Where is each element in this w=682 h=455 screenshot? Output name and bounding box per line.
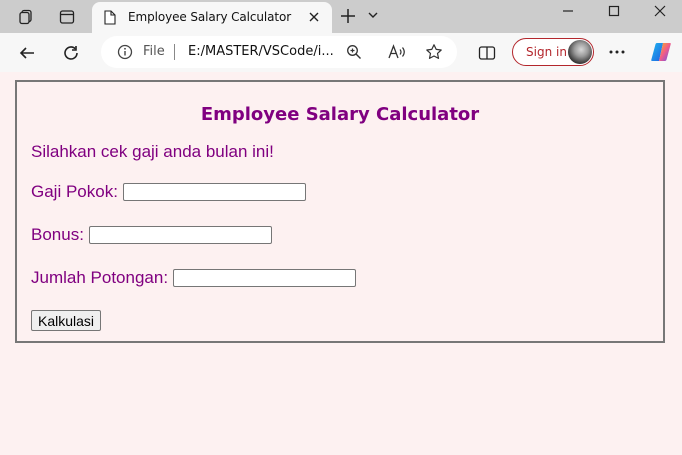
close-window-icon[interactable] [640,0,680,22]
jumlah-potongan-row: Jumlah Potongan: [31,268,357,288]
bonus-label: Bonus: [31,225,84,244]
read-aloud-icon[interactable] [387,42,407,62]
back-icon[interactable] [16,42,38,64]
tab-actions-chevron-icon[interactable] [366,8,380,27]
more-options-icon[interactable] [608,43,626,66]
zoom-icon[interactable] [344,42,364,62]
vertical-tabs-icon[interactable] [56,6,78,28]
jumlah-potongan-input[interactable] [173,269,357,287]
minimize-icon[interactable] [548,0,588,22]
bonus-row: Bonus: [31,225,272,245]
sign-in-label: Sign in [526,45,567,59]
address-bar[interactable]: File E:/MASTER/VSCode/i... [101,36,457,68]
profile-avatar [568,40,592,64]
page-title: Employee Salary Calculator [200,104,480,125]
maximize-icon[interactable] [594,0,634,22]
gaji-pokok-input[interactable] [122,183,306,201]
active-tab[interactable]: Employee Salary Calculator [92,2,332,33]
close-tab-icon[interactable] [304,7,324,27]
tab-title: Employee Salary Calculator [128,10,292,24]
bonus-input[interactable] [88,226,272,244]
new-tab-icon[interactable] [338,6,358,31]
info-icon[interactable] [117,44,133,65]
tab-strip: Employee Salary Calculator [0,0,682,33]
jumlah-potongan-label: Jumlah Potongan: [31,268,169,287]
file-label: File [143,44,165,59]
kalkulasi-button[interactable]: Kalkulasi [31,310,102,331]
page-icon [104,10,116,30]
favorite-star-icon[interactable] [424,42,444,62]
refresh-icon[interactable] [60,42,82,64]
url-text[interactable]: E:/MASTER/VSCode/i... [188,44,334,59]
workspaces-icon[interactable] [15,6,37,28]
toolbar: File E:/MASTER/VSCode/i... Sign in [0,33,682,72]
intro-text: Silahkan cek gaji anda bulan ini! [31,142,274,161]
gaji-pokok-label: Gaji Pokok: [31,182,118,201]
sign-in-button[interactable]: Sign in [512,38,594,66]
copilot-icon[interactable] [649,40,673,64]
page-viewport: Employee Salary Calculator Silahkan cek … [4,72,680,455]
calculator-panel: Employee Salary Calculator Silahkan cek … [15,80,665,343]
divider [174,44,175,60]
gaji-pokok-row: Gaji Pokok: [31,182,306,202]
split-screen-icon[interactable] [476,42,498,64]
